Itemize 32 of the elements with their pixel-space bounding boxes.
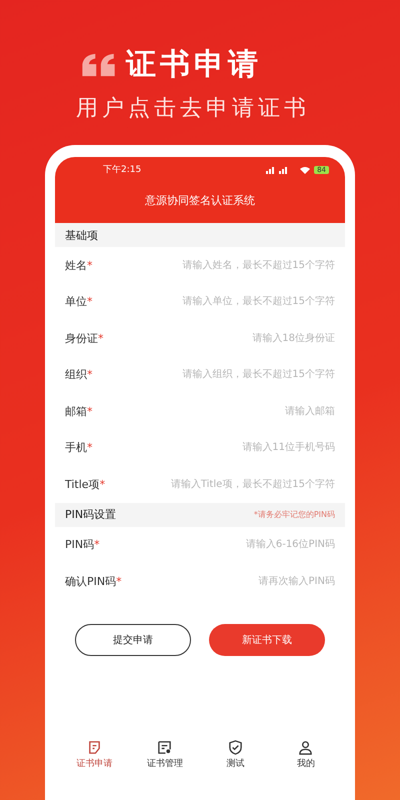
tab[interactable]: 测试 [205,740,266,770]
section-note: *请务必牢记您的PIN码 [254,509,335,520]
field-label: 确认PIN码* [65,574,122,589]
field-label: 邮箱* [65,404,92,419]
user-icon [298,740,314,754]
input-field[interactable]: 请再次输入PIN码 [128,576,335,587]
download-button[interactable]: 新证书下载 [209,624,325,656]
input-field[interactable]: 请输入6-16位PIN码 [106,539,335,550]
promo-title: 证书申请 [126,46,262,84]
status-time: 下午2:15 [103,164,142,176]
field-label: PIN码* [65,537,100,552]
input-field[interactable]: 请输入11位手机号码 [98,442,335,454]
input-field[interactable]: 请输入邮箱 [98,406,335,417]
document-icon [86,740,102,754]
shield-icon [228,740,243,754]
tab[interactable]: 我的 [276,740,336,770]
tab[interactable]: 证书管理 [134,740,195,770]
field-label: 手机* [65,440,92,456]
field-label: 单位* [65,294,92,310]
section-title: PIN码设置 [65,507,116,522]
tab[interactable]: 证书申请 [64,740,124,770]
submit-button[interactable]: 提交申请 [75,624,191,656]
section-title: 基础项 [65,228,98,242]
app-title: 意源协同签名认证系统 [144,193,256,208]
field-label: 组织* [65,367,92,382]
field-label: 姓名* [65,258,92,273]
field-label: Title项* [65,476,106,492]
field-label: 身份证* [65,330,104,346]
input-field[interactable]: 请输入18位身份证 [110,332,335,344]
promo-subtitle: 用户点击去申请证书 [76,95,310,123]
certificate-icon [157,740,172,754]
wifi-icon [300,166,310,174]
